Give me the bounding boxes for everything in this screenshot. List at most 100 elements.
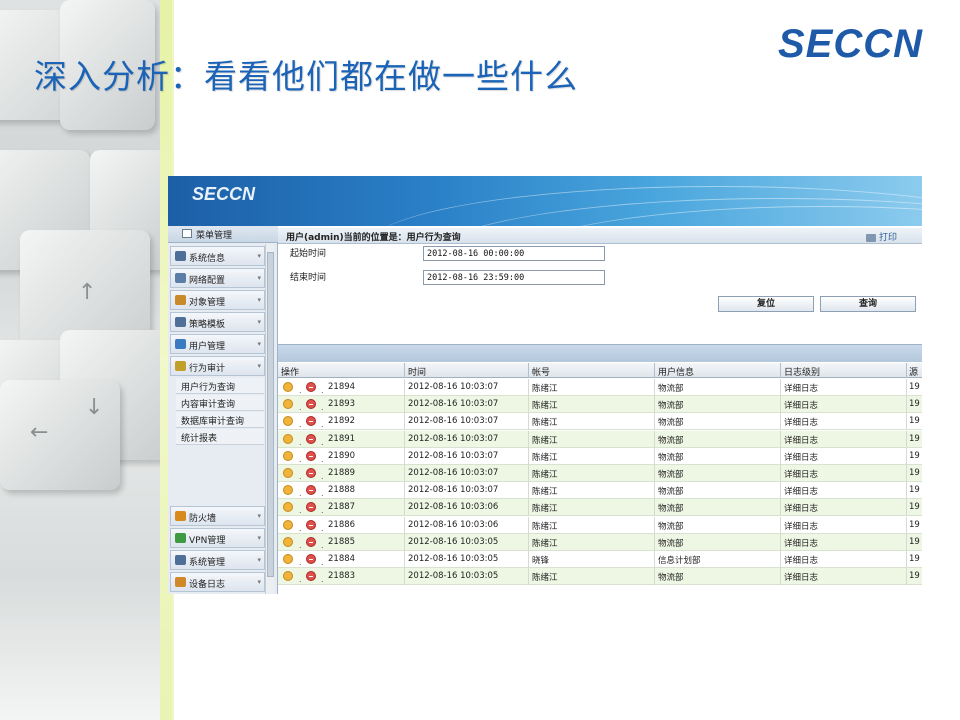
column-divider xyxy=(906,499,907,517)
sidebar-item[interactable]: 对象管理 ▾ xyxy=(170,290,265,310)
sidebar-item[interactable]: 系统管理 ▾ xyxy=(170,550,265,570)
separator: . xyxy=(321,489,324,499)
delete-icon[interactable] xyxy=(306,485,316,496)
delete-icon[interactable] xyxy=(306,450,316,461)
column-header-log-level[interactable]: 日志级别 xyxy=(784,365,820,378)
column-divider xyxy=(654,516,655,534)
view-icon[interactable] xyxy=(283,485,293,496)
query-button[interactable]: 查询 xyxy=(820,296,916,312)
start-time-label: 起始时间 xyxy=(290,249,327,259)
delete-icon[interactable] xyxy=(306,536,316,547)
column-header-source[interactable]: 源 xyxy=(909,365,918,378)
view-icon[interactable] xyxy=(283,519,293,530)
sidebar-item[interactable]: 网络配置 ▾ xyxy=(170,268,265,288)
delete-icon[interactable] xyxy=(306,399,316,410)
column-header-action[interactable]: 操作 xyxy=(281,365,299,378)
chevron-down-icon: ▾ xyxy=(257,512,261,520)
start-time-input[interactable] xyxy=(423,246,605,261)
sidebar-subitem[interactable]: 内容审计查询 xyxy=(176,395,264,411)
separator: . xyxy=(299,454,302,464)
cell-source: 19 xyxy=(909,519,920,530)
cell-user-info: 物流部 xyxy=(658,573,684,584)
sidebar-subitem[interactable]: 数据库审计查询 xyxy=(176,412,264,428)
cell-log-level: 详细日志 xyxy=(784,470,819,480)
delete-icon[interactable] xyxy=(306,519,316,530)
menu-item-icon xyxy=(175,295,186,305)
cell-user-info: 物流部 xyxy=(658,418,684,429)
separator: . xyxy=(299,558,302,567)
cell-user-info: 物流部 xyxy=(658,470,684,480)
view-icon[interactable] xyxy=(283,382,293,392)
column-divider xyxy=(528,482,529,500)
cell-source: 19 xyxy=(909,502,920,513)
sidebar-item[interactable]: 策略模板 ▾ xyxy=(170,312,265,332)
table-row: .. 21892 2012-08-16 10:03:07 陈绪江 物流部 详细日志 19 xyxy=(278,413,922,431)
view-icon[interactable] xyxy=(283,433,293,444)
sidebar-item[interactable]: 行为审计 ▾ xyxy=(170,356,265,376)
cell-id: 21887 xyxy=(328,502,356,513)
view-icon[interactable] xyxy=(283,450,293,461)
delete-icon[interactable] xyxy=(306,502,316,513)
sidebar-item[interactable]: 用户管理 ▾ xyxy=(170,334,265,354)
cell-account: 陈绪江 xyxy=(532,435,558,446)
column-divider xyxy=(654,396,655,414)
sidebar-subitem[interactable]: 统计报表 xyxy=(176,429,264,445)
column-divider xyxy=(654,465,655,482)
column-divider xyxy=(780,516,781,534)
reset-button[interactable]: 复位 xyxy=(718,296,814,312)
delete-icon[interactable] xyxy=(306,571,316,582)
separator: . xyxy=(321,558,324,567)
menu-item-icon xyxy=(175,361,186,371)
column-divider xyxy=(404,551,405,568)
column-header-time[interactable]: 时间 xyxy=(408,365,426,378)
sidebar-scrollbar[interactable] xyxy=(265,244,274,594)
keyboard-photo: ↑ ↓ ← xyxy=(0,0,160,720)
view-icon[interactable] xyxy=(283,502,293,513)
column-divider xyxy=(780,568,781,586)
breadcrumb: 用户(admin)当前的位置是：用户行为查询 xyxy=(286,233,461,243)
view-icon[interactable] xyxy=(283,399,293,410)
column-divider xyxy=(654,379,655,396)
separator: . xyxy=(299,489,302,499)
sidebar-item[interactable]: 设备日志 ▾ xyxy=(170,572,265,592)
cell-time: 2012-08-16 10:03:07 xyxy=(408,468,499,478)
cell-source: 19 xyxy=(909,536,920,547)
column-divider xyxy=(404,430,405,448)
view-icon[interactable] xyxy=(283,536,293,547)
print-button[interactable]: 打印 xyxy=(866,230,897,243)
view-icon[interactable] xyxy=(283,416,293,427)
sidebar-subitem[interactable]: 用户行为查询 xyxy=(176,378,264,394)
cell-user-info: 物流部 xyxy=(658,521,684,532)
sidebar-item[interactable]: VPN管理 ▾ xyxy=(170,528,265,548)
sidebar-item[interactable]: 系统信息 ▾ xyxy=(170,246,265,266)
sidebar-scrollbar-thumb[interactable] xyxy=(267,252,274,577)
chevron-down-icon: ▾ xyxy=(257,252,261,260)
cell-source: 19 xyxy=(909,468,920,478)
separator: . xyxy=(299,575,302,585)
sidebar-subitem-label: 数据库审计查询 xyxy=(181,417,245,427)
column-divider xyxy=(528,413,529,431)
end-time-input[interactable] xyxy=(423,270,605,285)
delete-icon[interactable] xyxy=(306,468,316,478)
sidebar-item-label: 策略模板 xyxy=(189,320,226,330)
cell-log-level: 详细日志 xyxy=(784,401,819,412)
app-logo: SECCN xyxy=(192,184,256,204)
sidebar-item[interactable]: 防火墙 ▾ xyxy=(170,506,265,526)
delete-icon[interactable] xyxy=(306,433,316,444)
cell-id: 21890 xyxy=(328,450,356,461)
delete-icon[interactable] xyxy=(306,382,316,392)
column-divider xyxy=(404,465,405,482)
view-icon[interactable] xyxy=(283,571,293,582)
delete-icon[interactable] xyxy=(306,416,316,427)
view-icon[interactable] xyxy=(283,468,293,478)
column-divider xyxy=(404,447,405,465)
column-divider xyxy=(404,379,405,396)
cell-log-level: 详细日志 xyxy=(784,538,819,549)
table-row: .. 21886 2012-08-16 10:03:06 陈绪江 物流部 详细日志 19 xyxy=(278,516,922,534)
sidebar-item-label: 系统管理 xyxy=(189,558,226,568)
column-divider xyxy=(906,447,907,465)
column-header-user-info[interactable]: 用户信息 xyxy=(658,365,694,378)
delete-icon[interactable] xyxy=(306,554,316,564)
column-header-account[interactable]: 帐号 xyxy=(532,365,550,378)
view-icon[interactable] xyxy=(283,554,293,564)
